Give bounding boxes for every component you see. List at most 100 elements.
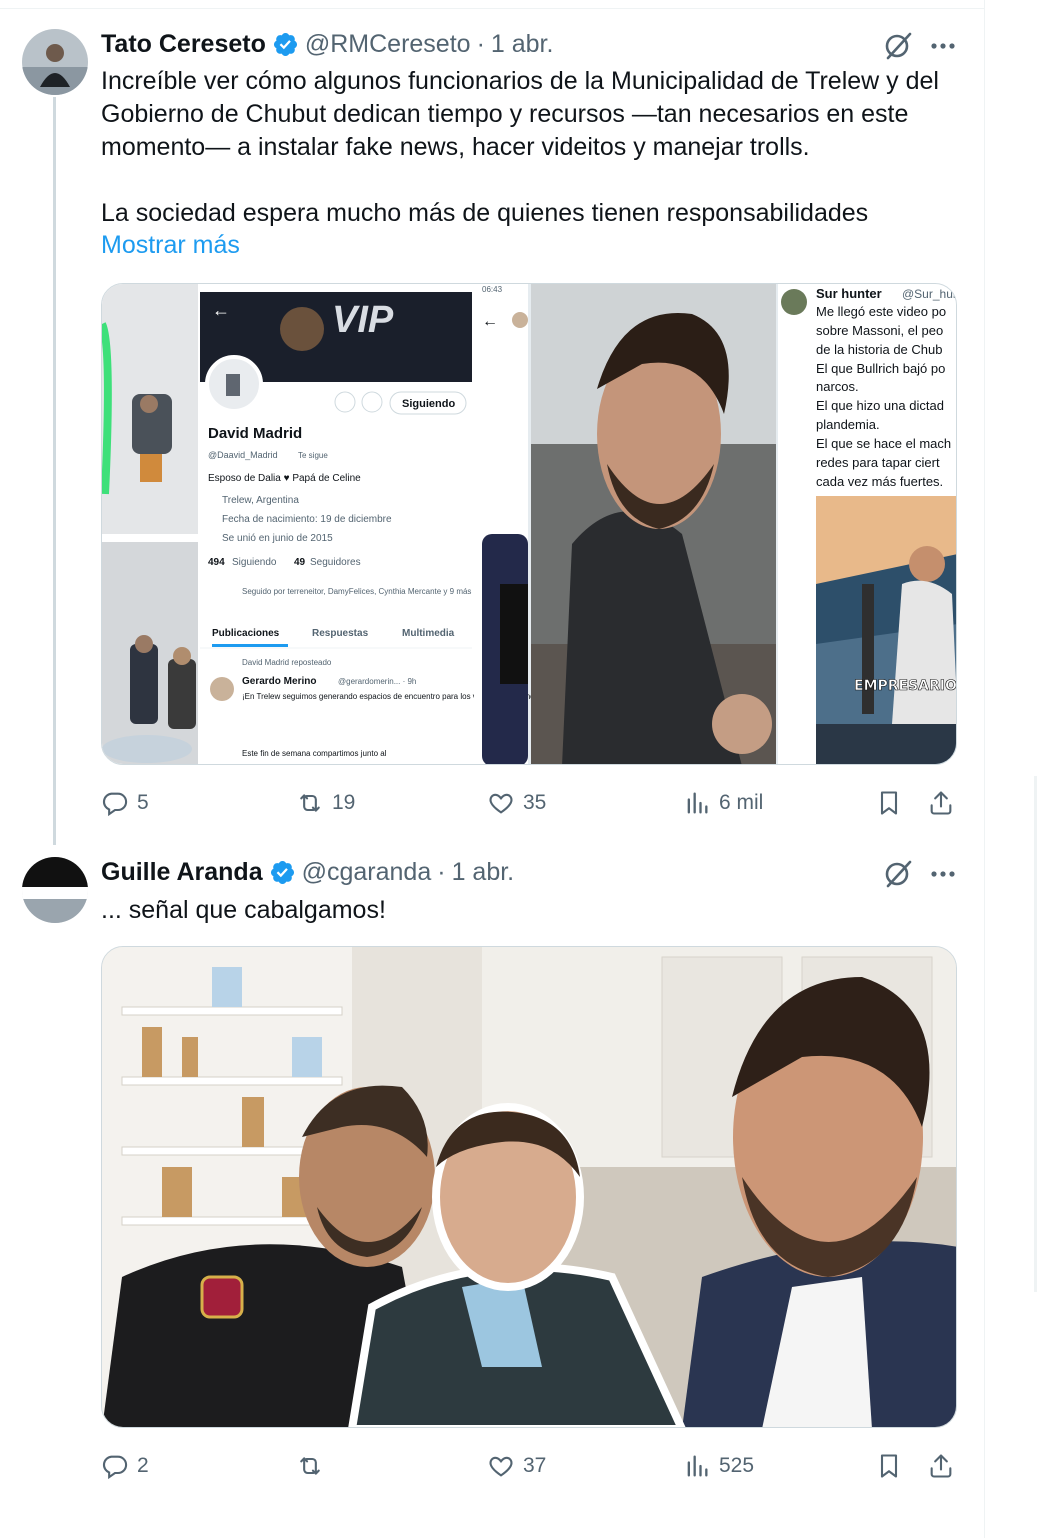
tweet-text-line: momento— a instalar fake news, hacer vid… bbox=[101, 133, 810, 161]
side-tweet-line: cada vez más fuertes. bbox=[816, 474, 943, 489]
repost-button[interactable] bbox=[296, 1446, 332, 1486]
tweet-text-line: La sociedad espera mucho más de quienes … bbox=[101, 199, 869, 227]
tweet-text: Increíble ver cómo algunos funcionarios … bbox=[101, 65, 961, 230]
thread-connector-line bbox=[53, 97, 56, 845]
reply-button[interactable]: 5 bbox=[101, 783, 149, 823]
view-count: 525 bbox=[719, 1454, 755, 1477]
verified-badge-icon bbox=[272, 31, 299, 58]
tweet-text-blank-line bbox=[101, 164, 961, 197]
side-tweet-line: narcos. bbox=[816, 379, 859, 394]
profile-tab-replies: Respuestas bbox=[312, 628, 369, 639]
repost-icon bbox=[300, 794, 320, 812]
inner-author: Gerardo Merino bbox=[242, 676, 316, 687]
inner-text-2: Este fin de semana compartimos junto al bbox=[242, 749, 387, 758]
timeline: Tato Cereseto @RMCereseto · 1 abr. Incre… bbox=[0, 0, 985, 1538]
reply-button[interactable]: 2 bbox=[101, 1446, 149, 1486]
side-tweet-handle: @Sur_hun bbox=[902, 287, 957, 301]
banner-text: VIP bbox=[332, 299, 394, 341]
profile-bio: Esposo de Dalia ♥ Papá de Celine bbox=[208, 473, 361, 484]
heart-icon bbox=[489, 793, 513, 814]
timestamp[interactable]: 1 abr. bbox=[452, 858, 515, 887]
reply-count: 2 bbox=[137, 1454, 149, 1477]
status-time: 06:43 bbox=[482, 285, 503, 294]
share-icon bbox=[930, 791, 952, 815]
reply-icon bbox=[102, 792, 128, 817]
profile-tab-media: Multimedia bbox=[402, 628, 455, 639]
profile-birthday: Fecha de nacimiento: 19 de diciembre bbox=[222, 514, 392, 525]
media-grid-image[interactable]: VIP ← Siguiendo David Madrid @Daavid_Mad… bbox=[102, 284, 957, 765]
verified-badge-icon bbox=[269, 859, 296, 886]
photo-image[interactable] bbox=[102, 947, 957, 1428]
author-name[interactable]: Tato Cereseto bbox=[101, 30, 266, 59]
separator: · bbox=[437, 858, 446, 886]
side-tweet-line: plandemia. bbox=[816, 417, 880, 432]
followers-label: Seguidores bbox=[310, 557, 361, 568]
bookmark-icon bbox=[880, 1454, 898, 1478]
tweet-actions: 2 37 525 bbox=[101, 1446, 961, 1486]
repost-icon bbox=[300, 1457, 320, 1475]
following-label: Siguiendo bbox=[232, 557, 277, 568]
more-options-icon[interactable] bbox=[928, 31, 958, 61]
show-more-link[interactable]: Mostrar más bbox=[101, 231, 240, 260]
followers-count: 49 bbox=[294, 557, 306, 568]
tweet-header: Guille Aranda @cgaranda · 1 abr. bbox=[101, 858, 514, 887]
author-handle[interactable]: @RMCereseto bbox=[305, 30, 471, 59]
author-handle[interactable]: @cgaranda bbox=[302, 858, 432, 887]
side-tweet-line: El que Bullrich bajó po bbox=[816, 361, 945, 376]
bookmark-button[interactable] bbox=[875, 1446, 903, 1486]
analytics-icon bbox=[687, 1455, 708, 1477]
avatar[interactable] bbox=[22, 857, 88, 923]
repost-note: David Madrid reposteado bbox=[242, 658, 332, 667]
side-tweet-line: Me llegó este video po bbox=[816, 304, 946, 319]
grok-icon[interactable] bbox=[883, 859, 913, 889]
profile-name: David Madrid bbox=[208, 425, 302, 442]
avatar[interactable] bbox=[22, 29, 88, 95]
tweet-text-line: ... señal que cabalgamos! bbox=[101, 896, 386, 924]
share-icon bbox=[930, 1454, 952, 1478]
author-name[interactable]: Guille Aranda bbox=[101, 858, 263, 887]
side-tweet-line: redes para tapar ciert bbox=[816, 455, 940, 470]
side-tweet-line: El que se hace el mach bbox=[816, 436, 951, 451]
timestamp[interactable]: 1 abr. bbox=[491, 30, 554, 59]
repost-button[interactable]: 19 bbox=[296, 783, 355, 823]
analytics-icon bbox=[687, 792, 708, 814]
tweet-text-line: Increíble ver cómo algunos funcionarios … bbox=[101, 67, 939, 95]
views-button[interactable]: 525 bbox=[683, 1446, 754, 1486]
reply-count: 5 bbox=[137, 791, 149, 814]
profile-tab-posts: Publicaciones bbox=[212, 628, 280, 639]
side-tweet-author: Sur hunter bbox=[816, 286, 882, 301]
bookmark-button[interactable] bbox=[875, 783, 903, 823]
video-caption: EMPRESARIO bbox=[854, 678, 957, 694]
divider bbox=[0, 8, 985, 9]
side-tweet-line: sobre Massoni, el peo bbox=[816, 323, 943, 338]
like-count: 35 bbox=[523, 791, 547, 814]
media-photo[interactable] bbox=[101, 946, 957, 1428]
reply-icon bbox=[102, 1455, 128, 1480]
scrollbar-track[interactable] bbox=[1034, 776, 1037, 1292]
following-count: 494 bbox=[208, 557, 225, 568]
more-options-icon[interactable] bbox=[928, 859, 958, 889]
grok-icon[interactable] bbox=[883, 31, 913, 61]
tweet-text-line: Gobierno de Chubut dedican tiempo y recu… bbox=[101, 100, 909, 128]
bookmark-icon bbox=[880, 791, 898, 815]
like-button[interactable]: 35 bbox=[487, 783, 546, 823]
followed-by: Seguido por terreneitor, DamyFelices, Cy… bbox=[242, 587, 471, 596]
repost-count: 19 bbox=[332, 791, 356, 814]
media-grid[interactable]: VIP ← Siguiendo David Madrid @Daavid_Mad… bbox=[101, 283, 957, 765]
view-count: 6 mil bbox=[719, 791, 764, 814]
profile-joined: Se unió en junio de 2015 bbox=[222, 533, 333, 544]
tweet-actions: 5 19 35 6 mil bbox=[101, 783, 961, 823]
share-button[interactable] bbox=[927, 783, 955, 823]
profile-handle: @Daavid_Madrid bbox=[208, 450, 278, 460]
tweet-text: ... señal que cabalgamos! bbox=[101, 894, 961, 927]
svg-text:←: ← bbox=[482, 313, 498, 330]
heart-icon bbox=[489, 1456, 513, 1477]
share-button[interactable] bbox=[927, 1446, 955, 1486]
inner-handle: @gerardomerin... · 9h bbox=[338, 677, 416, 686]
separator: · bbox=[476, 30, 485, 58]
like-button[interactable]: 37 bbox=[487, 1446, 546, 1486]
like-count: 37 bbox=[523, 1454, 547, 1477]
follows-you-label: Te sigue bbox=[298, 451, 328, 460]
views-button[interactable]: 6 mil bbox=[683, 783, 763, 823]
follow-button-text: Siguiendo bbox=[402, 398, 455, 410]
